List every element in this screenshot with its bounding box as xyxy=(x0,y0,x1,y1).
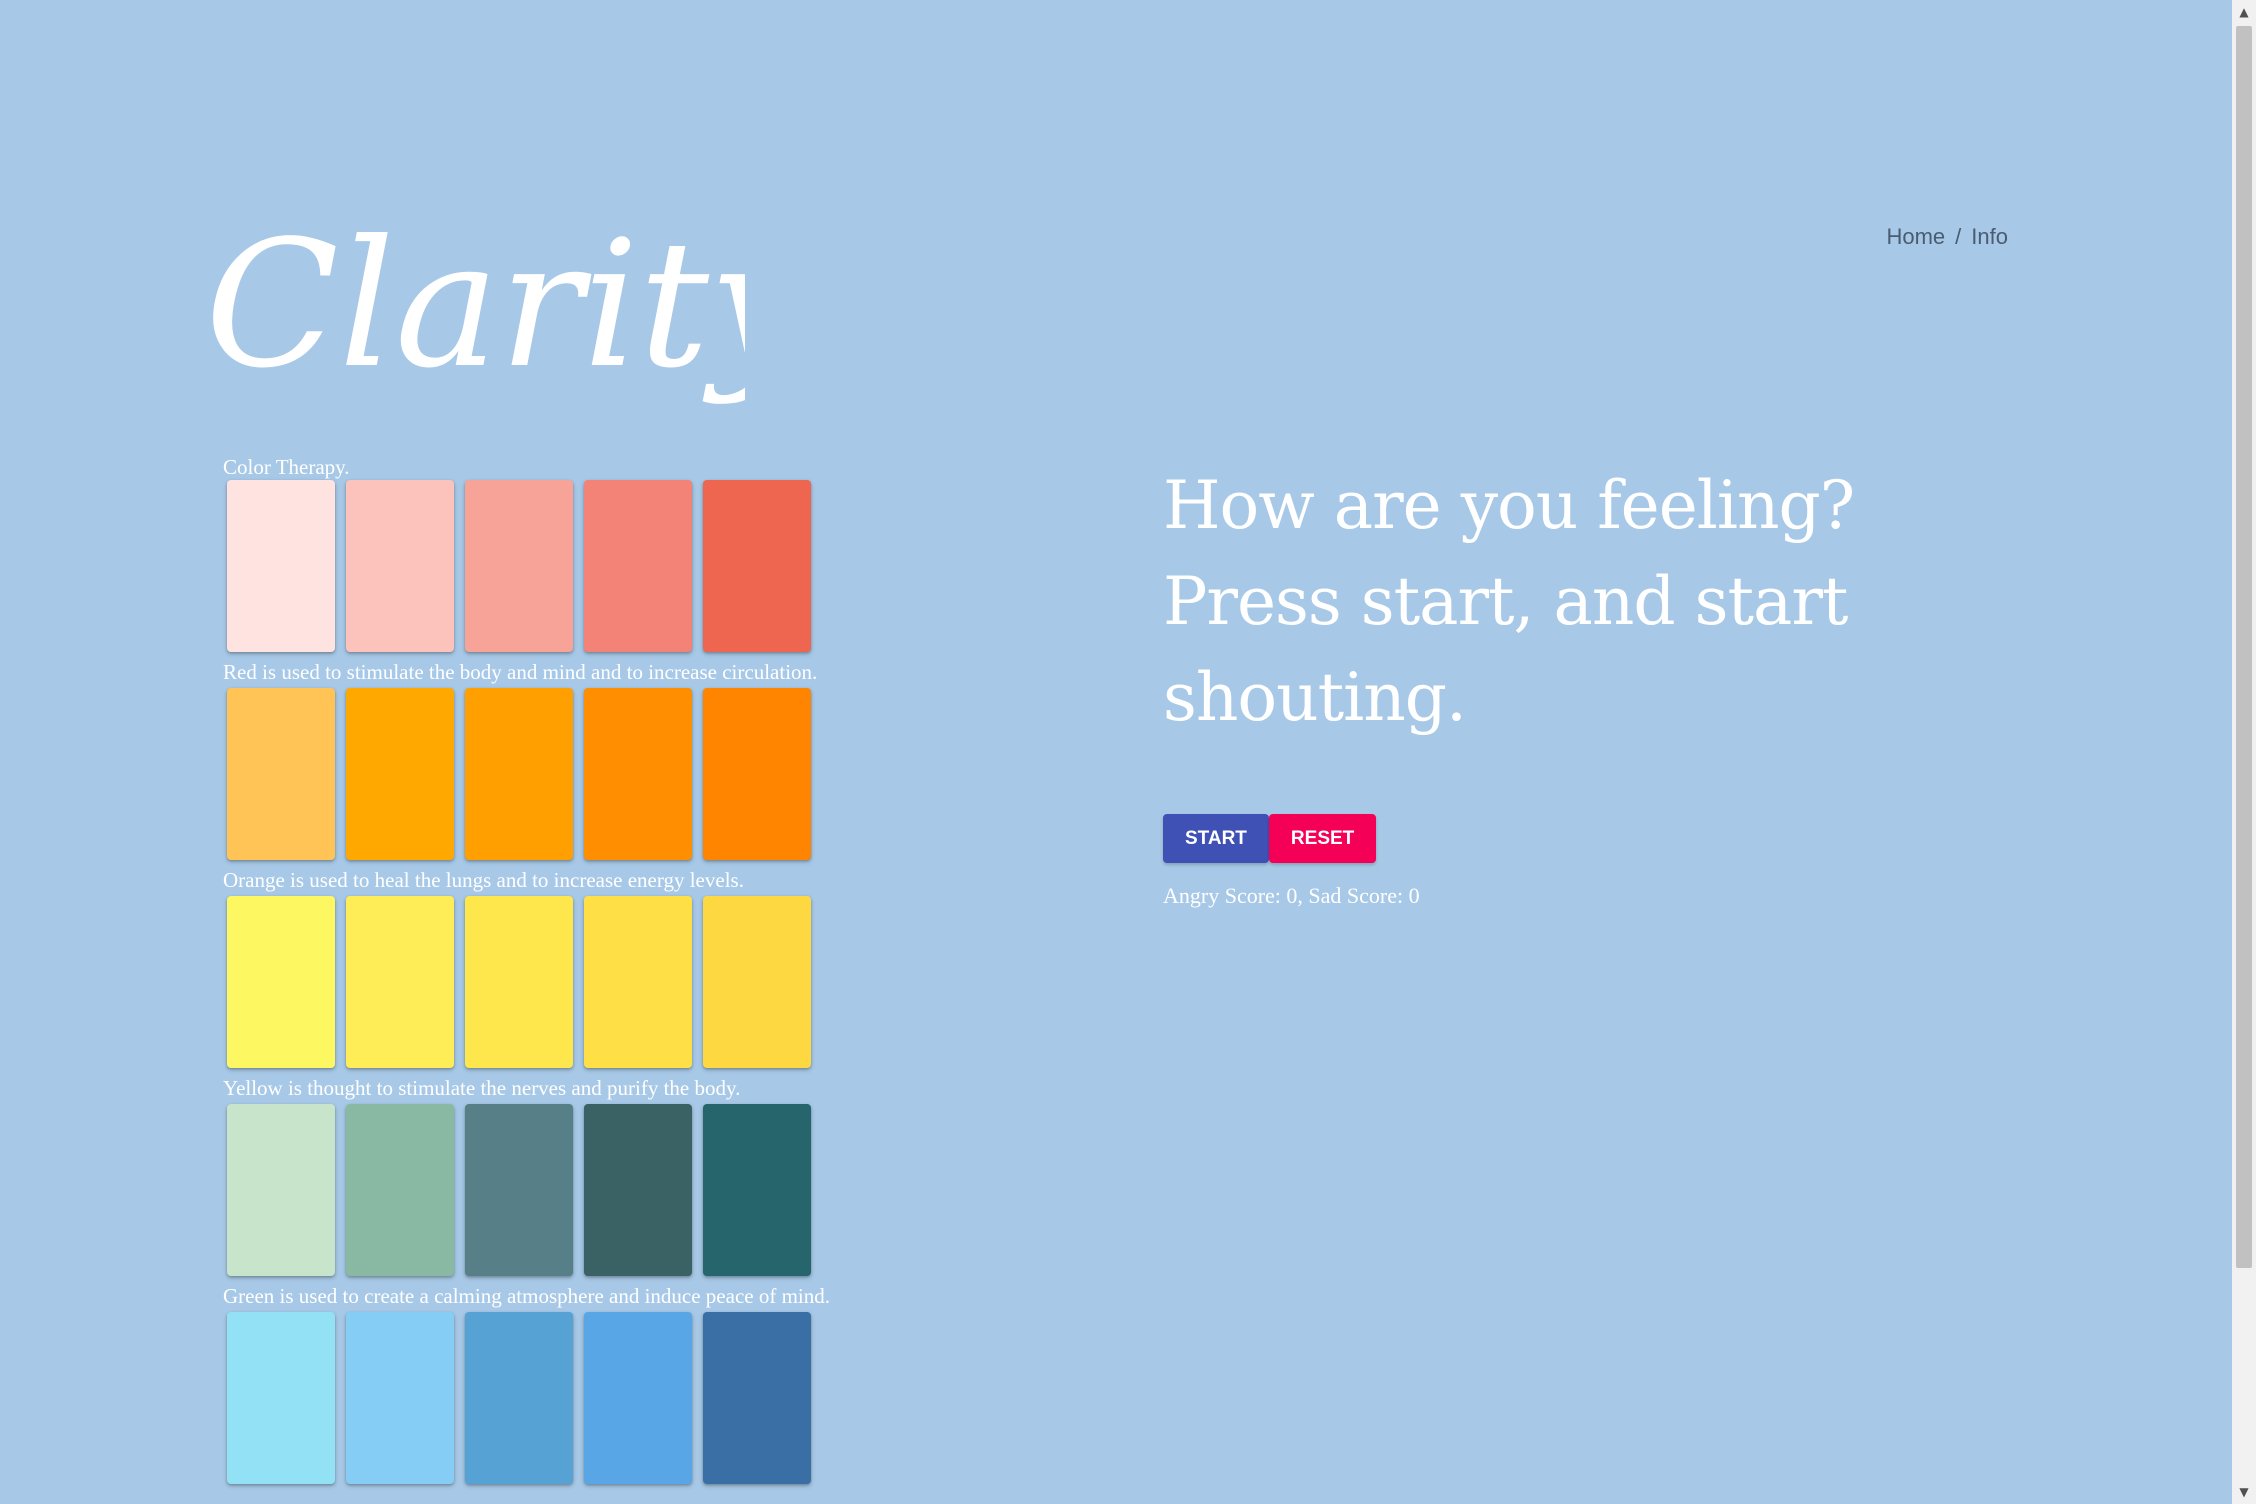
color-swatch[interactable] xyxy=(703,896,811,1068)
section-title: Color Therapy. xyxy=(223,455,350,479)
color-swatch[interactable] xyxy=(465,896,573,1068)
color-swatch[interactable] xyxy=(703,688,811,860)
scroll-thumb[interactable] xyxy=(2236,26,2252,1268)
vertical-scrollbar[interactable]: ▲ ▼ xyxy=(2232,0,2256,1504)
color-swatch[interactable] xyxy=(227,1104,335,1276)
color-therapy-panel: Color Therapy. Red is used to stimulate … xyxy=(223,454,883,1504)
nav-info-link[interactable]: Info xyxy=(1971,224,2008,250)
color-swatch[interactable] xyxy=(465,1104,573,1276)
color-swatch[interactable] xyxy=(465,688,573,860)
color-swatch[interactable] xyxy=(584,688,692,860)
swatch-row xyxy=(223,480,883,656)
swatch-row xyxy=(223,688,883,864)
swatch-row xyxy=(223,1104,883,1280)
color-swatch[interactable] xyxy=(703,480,811,652)
color-swatch[interactable] xyxy=(584,480,692,652)
color-swatch[interactable] xyxy=(703,1312,811,1484)
logo-graphic: Clarity xyxy=(205,204,810,407)
breadcrumb-separator: / xyxy=(1955,224,1962,249)
color-swatch[interactable] xyxy=(227,1312,335,1484)
score-readout: Angry Score: 0, Sad Score: 0 xyxy=(1163,883,1420,908)
color-swatch[interactable] xyxy=(465,480,573,652)
headline: How are you feeling? Press start, and st… xyxy=(1163,467,1855,736)
swatch-row xyxy=(223,1312,883,1488)
logo-text: Clarity xyxy=(205,215,745,407)
palette-description: Red is used to stimulate the body and mi… xyxy=(223,660,818,684)
color-swatch[interactable] xyxy=(346,480,454,652)
color-swatch[interactable] xyxy=(346,1104,454,1276)
color-swatch[interactable] xyxy=(227,480,335,652)
reset-button[interactable]: RESET xyxy=(1268,814,1377,863)
start-button[interactable]: START xyxy=(1163,814,1269,863)
clarity-logo: Clarity xyxy=(205,204,810,465)
color-swatch[interactable] xyxy=(227,688,335,860)
palette-description: Orange is used to heal the lungs and to … xyxy=(223,868,744,892)
breadcrumb: Home / Info xyxy=(1886,224,2008,250)
feeling-panel: How are you feeling? Press start, and st… xyxy=(1163,458,2023,909)
color-swatch[interactable] xyxy=(346,1312,454,1484)
palette-description: Yellow is thought to stimulate the nerve… xyxy=(223,1076,741,1100)
color-swatch[interactable] xyxy=(465,1312,573,1484)
palette-list: Red is used to stimulate the body and mi… xyxy=(223,480,883,1504)
scroll-up-icon[interactable]: ▲ xyxy=(2232,0,2256,24)
swatch-row xyxy=(223,896,883,1072)
palette-description xyxy=(223,1488,883,1504)
palette-description: Green is used to create a calming atmosp… xyxy=(223,1284,831,1308)
color-swatch[interactable] xyxy=(703,1104,811,1276)
button-group: START RESET xyxy=(1163,814,2023,863)
color-swatch[interactable] xyxy=(346,896,454,1068)
color-swatch[interactable] xyxy=(584,896,692,1068)
color-swatch[interactable] xyxy=(584,1104,692,1276)
color-swatch[interactable] xyxy=(584,1312,692,1484)
nav-home-link[interactable]: Home xyxy=(1886,224,1945,250)
scroll-down-icon[interactable]: ▼ xyxy=(2232,1480,2256,1504)
color-swatch[interactable] xyxy=(227,896,335,1068)
color-swatch[interactable] xyxy=(346,688,454,860)
